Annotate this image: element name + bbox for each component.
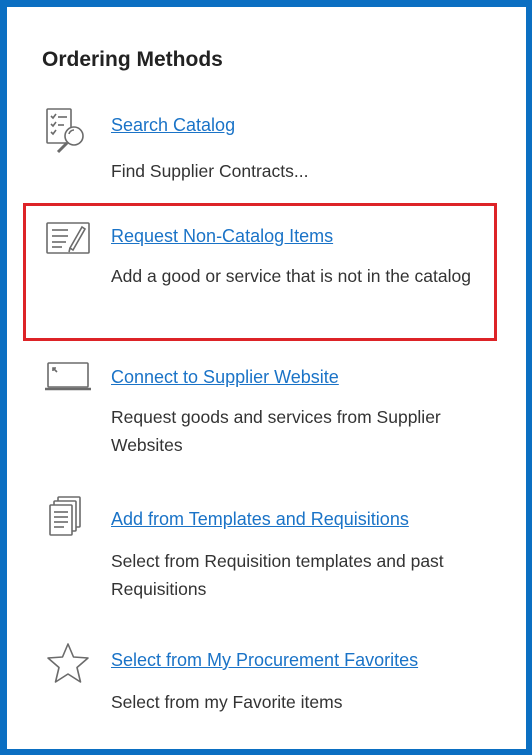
search-catalog-link[interactable]: Search Catalog bbox=[111, 115, 235, 136]
search-catalog-icon bbox=[44, 107, 92, 155]
search-catalog-description: Find Supplier Contracts... bbox=[111, 161, 309, 181]
laptop-icon bbox=[44, 361, 92, 409]
star-icon bbox=[44, 640, 92, 688]
templates-requisitions-link[interactable]: Add from Templates and Requisitions bbox=[111, 509, 409, 530]
documents-stack-icon bbox=[44, 495, 92, 543]
templates-requisitions-description: Select from Requisition templates and pa… bbox=[111, 551, 444, 599]
panel-title: Ordering Methods bbox=[42, 48, 223, 71]
procurement-favorites-link[interactable]: Select from My Procurement Favorites bbox=[111, 650, 418, 671]
highlight-box bbox=[23, 203, 497, 341]
procurement-favorites-description: Select from my Favorite items bbox=[111, 692, 343, 712]
connect-supplier-link[interactable]: Connect to Supplier Website bbox=[111, 367, 339, 388]
connect-supplier-description: Request goods and services from Supplier… bbox=[111, 407, 441, 455]
